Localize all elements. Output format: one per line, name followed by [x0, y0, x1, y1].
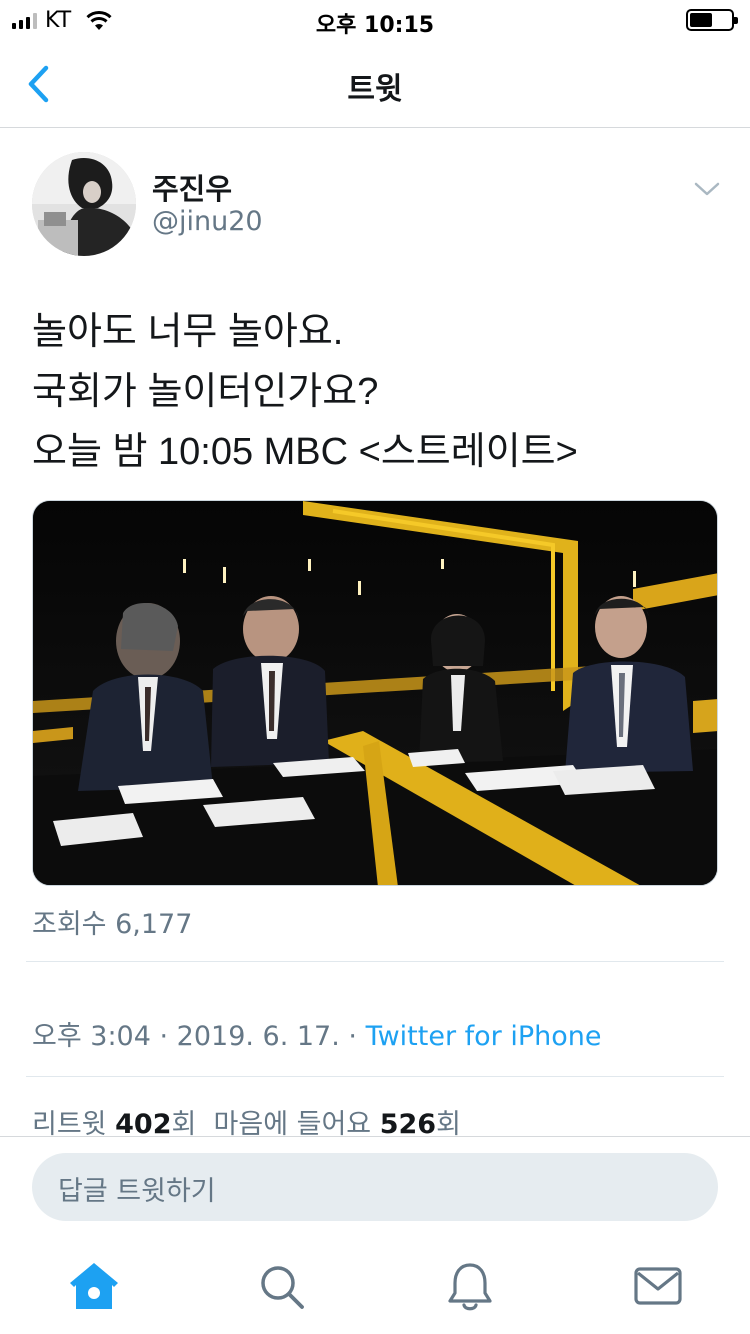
- messages-icon[interactable]: [628, 1257, 688, 1317]
- view-count: 조회수 6,177: [32, 909, 193, 940]
- studio-photo: [33, 501, 717, 885]
- home-icon[interactable]: [64, 1257, 124, 1317]
- tweet-text-line: 오늘 밤 10:05 MBC <스트레이트>: [32, 431, 578, 473]
- nav-bar: 트윗: [0, 40, 750, 128]
- tweet-meta: 오후 3:04 · 2019. 6. 17. · Twitter for iPh…: [32, 1014, 602, 1053]
- chevron-down-icon[interactable]: [692, 174, 722, 204]
- author-name[interactable]: 주진우: [152, 166, 232, 208]
- separator: ·: [339, 1021, 366, 1052]
- tweet-media-image[interactable]: [32, 500, 718, 886]
- bottom-panel: 답글 트윗하기: [0, 1136, 750, 1334]
- tweet-author: 주진우 @jinu20: [32, 152, 722, 256]
- avatar[interactable]: [32, 152, 136, 256]
- notifications-icon[interactable]: [440, 1257, 500, 1317]
- separator: ·: [150, 1021, 177, 1052]
- divider: [26, 1076, 724, 1077]
- battery-icon: [686, 9, 738, 31]
- author-handle[interactable]: @jinu20: [152, 206, 263, 237]
- tab-bar: [0, 1257, 750, 1317]
- tweet-time: 오후 3:04: [32, 1021, 151, 1052]
- status-time: 오후 10:15: [315, 13, 435, 38]
- avatar-photo: [32, 152, 136, 256]
- tweet-text-line: 놀아도 너무 놀아요.: [32, 311, 344, 353]
- reply-input[interactable]: 답글 트윗하기: [32, 1153, 718, 1221]
- divider: [26, 961, 724, 962]
- page-title: 트윗: [347, 72, 403, 107]
- search-icon[interactable]: [252, 1257, 312, 1317]
- tweet-text: 놀아도 너무 놀아요. 국회가 놀이터인가요? 오늘 밤 10:05 MBC <…: [32, 302, 722, 482]
- status-bar: KT 오후 10:15: [0, 0, 750, 40]
- tweet-date: 2019. 6. 17.: [176, 1021, 340, 1052]
- tweet-text-line: 국회가 놀이터인가요?: [32, 371, 379, 413]
- tweet-source-link[interactable]: Twitter for iPhone: [366, 1021, 602, 1052]
